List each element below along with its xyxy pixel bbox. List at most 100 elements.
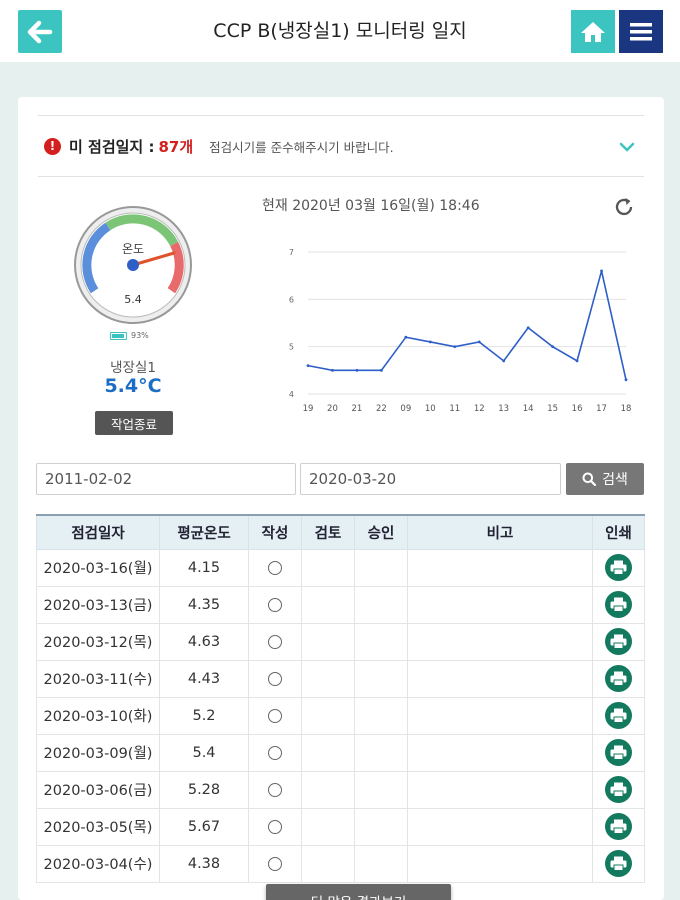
print-icon[interactable] [605,739,632,766]
row-written-status [248,844,302,883]
load-more-button[interactable]: 더 많은 결과보기 [266,884,451,900]
table-row[interactable]: 2020-03-10(화) 5.2 [36,696,645,735]
table-row[interactable]: 2020-03-16(월) 4.15 [36,548,645,587]
start-date-input[interactable]: 2011-02-02 [36,463,296,495]
circle-mark-icon [268,782,282,797]
row-print [592,622,645,661]
y-tick-label: 7 [289,248,294,257]
temperature-line-chart: 4 5 6 7 19 20 21 22 09 10 11 12 13 14 15 16 17 18 [289,248,632,414]
print-icon[interactable] [605,813,632,840]
row-approved-status [354,696,408,735]
refresh-icon[interactable] [612,195,636,219]
back-button[interactable] [18,10,62,53]
x-tick-label: 21 [352,404,363,414]
header-note: 비고 [407,514,593,550]
row-print [592,659,645,698]
y-tick-label: 6 [289,295,294,304]
print-icon[interactable] [605,776,632,803]
x-tick-label: 10 [425,404,436,414]
row-note [407,696,593,735]
print-icon[interactable] [605,665,632,692]
row-written-status [248,548,302,587]
x-tick-label: 19 [303,404,314,414]
x-tick-label: 20 [327,404,338,414]
row-approved-status [354,770,408,809]
search-button[interactable]: 검색 [566,463,644,495]
data-point [306,364,310,367]
circle-mark-icon [268,745,282,760]
header-written: 작성 [248,514,302,550]
x-tick-label: 17 [596,404,607,414]
print-icon[interactable] [605,850,632,877]
data-point [477,340,481,344]
row-written-status [248,622,302,661]
circle-mark-icon [268,819,282,834]
row-note [407,548,593,587]
row-written-status [248,585,302,624]
print-icon[interactable] [605,591,632,618]
data-point [526,326,530,330]
row-reviewed-status [301,844,355,883]
row-approved-status [354,659,408,698]
row-note [407,807,593,846]
finish-work-button[interactable]: 작업종료 [95,411,173,435]
circle-mark-icon [268,671,282,686]
circle-mark-icon [268,597,282,612]
row-avg-temp: 5.2 [159,696,249,735]
row-date: 2020-03-12(목) [36,622,160,661]
table-row[interactable]: 2020-03-12(목) 4.63 [36,622,645,661]
home-button[interactable] [571,10,615,53]
data-point [331,368,334,372]
row-print [592,807,645,846]
data-point [600,269,603,273]
data-point [379,368,383,372]
temperature-gauge: 온도 5.4 [73,205,193,325]
battery-indicator: 93% [110,331,149,340]
row-written-status [248,696,302,735]
unchecked-log-notice[interactable]: ! 미 점검일지 : 87개 점검시기를 준수해주시기 바랍니다. [38,115,644,177]
row-written-status [248,733,302,772]
x-tick-label: 13 [498,404,509,414]
end-date-input[interactable]: 2020-03-20 [300,463,561,495]
row-note [407,585,593,624]
table-row[interactable]: 2020-03-05(목) 5.67 [36,807,645,846]
header-avg-temp: 평균온도 [159,514,249,550]
y-tick-label: 5 [289,343,294,352]
print-icon[interactable] [605,702,632,729]
table-row[interactable]: 2020-03-06(금) 5.28 [36,770,645,809]
row-date: 2020-03-16(월) [36,548,160,587]
gauge-label: 온도 [122,242,144,256]
data-point [453,345,457,349]
row-date: 2020-03-04(수) [36,844,160,883]
chevron-down-icon[interactable] [618,138,636,156]
temperature-series-line [307,270,627,380]
x-tick-label: 12 [474,404,485,414]
home-icon [581,21,605,42]
print-icon[interactable] [605,628,632,655]
table-row[interactable]: 2020-03-13(금) 4.35 [36,585,645,624]
circle-mark-icon [268,634,282,649]
table-row[interactable]: 2020-03-04(수) 4.38 [36,844,645,883]
x-tick-label: 15 [547,404,558,414]
print-icon[interactable] [605,554,632,581]
menu-button[interactable] [619,10,663,53]
chart-timestamp: 현재 2020년 03월 16일(월) 18:46 [262,198,480,214]
row-reviewed-status [301,659,355,698]
x-tick-label: 11 [449,404,460,414]
row-note [407,622,593,661]
x-tick-label: 22 [376,404,387,414]
data-point [575,359,579,363]
hamburger-menu-icon [630,22,652,40]
table-row[interactable]: 2020-03-09(월) 5.4 [36,733,645,772]
header-date: 점검일자 [36,514,160,550]
row-approved-status [354,548,408,587]
log-table: 점검일자 평균온도 작성 검토 승인 비고 인쇄 2020-03-16(월) 4.… [36,514,645,883]
search-button-label: 검색 [602,472,628,488]
data-point [428,340,432,344]
table-row[interactable]: 2020-03-11(수) 4.43 [36,659,645,698]
circle-mark-icon [268,708,282,723]
row-approved-status [354,585,408,624]
row-written-status [248,770,302,809]
row-date: 2020-03-11(수) [36,659,160,698]
row-avg-temp: 5.28 [159,770,249,809]
